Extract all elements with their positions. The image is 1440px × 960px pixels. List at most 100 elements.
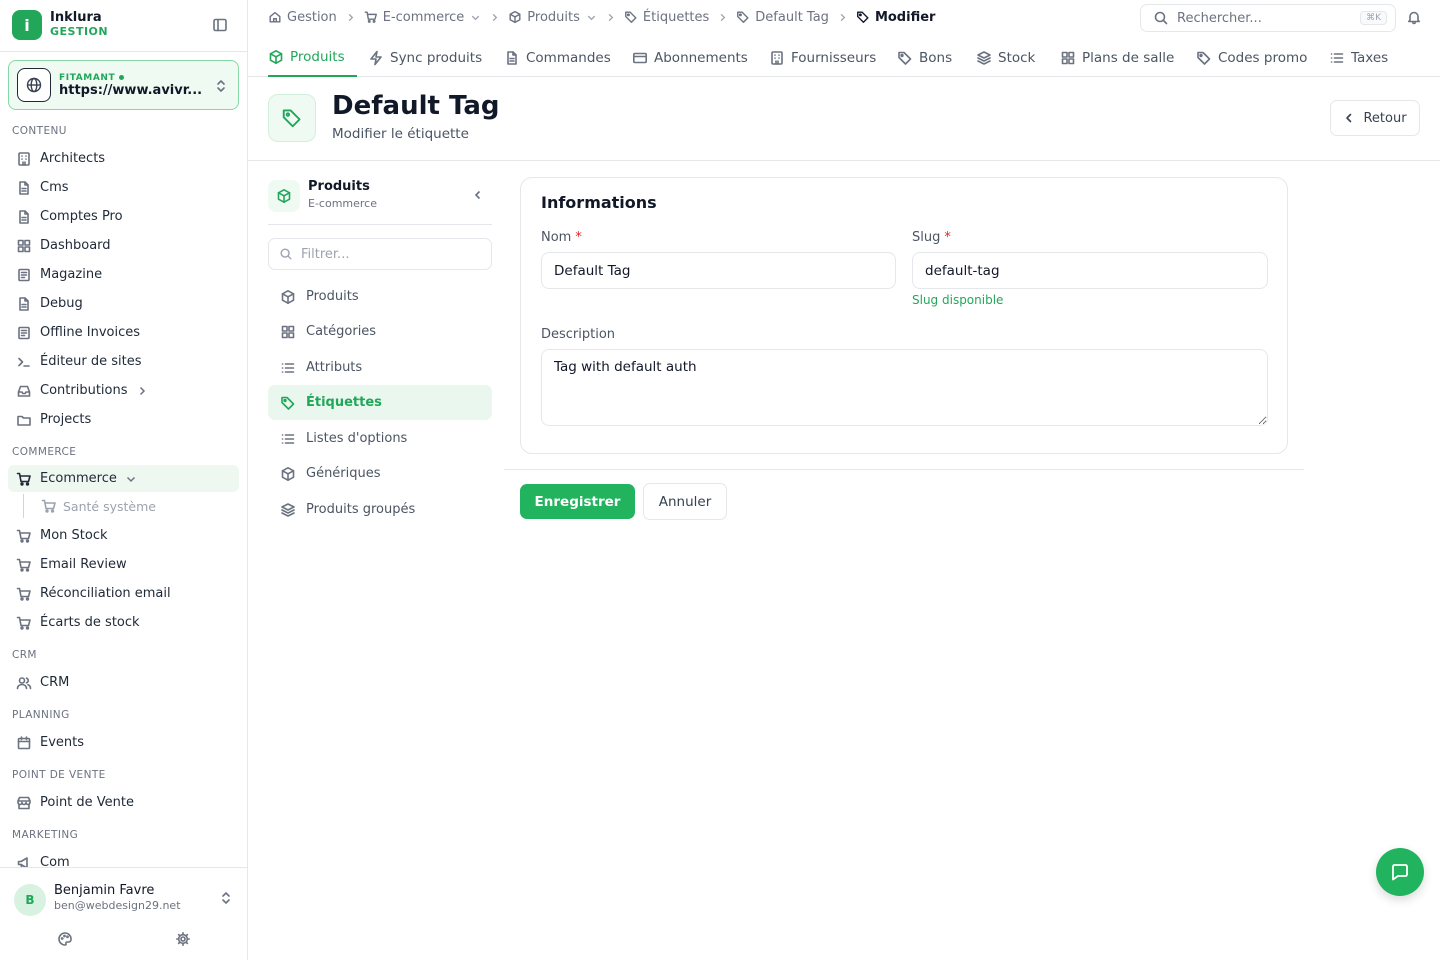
- user-menu[interactable]: B Benjamin Favre ben@webdesign29.net: [0, 867, 247, 960]
- cart-icon: [16, 471, 32, 487]
- tab-fournisseurs[interactable]: Fournisseurs: [769, 38, 876, 77]
- tab-abonnements[interactable]: Abonnements: [632, 38, 748, 77]
- subnav-item-label: Étiquettes: [306, 395, 382, 410]
- section-label-crm: CRM: [12, 649, 37, 661]
- tab-label: Produits: [290, 48, 345, 65]
- subnav-item-listes[interactable]: Listes d'options: [268, 421, 492, 456]
- tab-label: Commandes: [526, 49, 611, 66]
- sidebar-item-label: Email Review: [40, 557, 127, 572]
- sidebar-item-crm[interactable]: CRM: [8, 669, 239, 696]
- site-switcher[interactable]: FITAMANT https://www.avivr...: [8, 60, 239, 110]
- sidebar-item-email-review[interactable]: Email Review: [8, 551, 239, 578]
- breadcrumb-item-etiquettes[interactable]: Étiquettes: [624, 10, 709, 25]
- file-icon: [16, 180, 32, 196]
- gear-icon[interactable]: [175, 931, 191, 947]
- info-icon: i: [12, 10, 42, 40]
- sidebar-item-cms[interactable]: Cms: [8, 174, 239, 201]
- chevron-updown-icon[interactable]: [218, 890, 234, 906]
- bell-icon[interactable]: [1406, 9, 1422, 25]
- brand[interactable]: i Inklura GESTION: [12, 10, 108, 40]
- sidebar-item-dashboard[interactable]: Dashboard: [8, 232, 239, 259]
- sidebar-item-pos[interactable]: Point de Vente: [8, 789, 239, 816]
- users-icon: [16, 675, 32, 691]
- search-input[interactable]: Rechercher... ⌘K: [1140, 4, 1396, 32]
- subnav-item-categories[interactable]: Catégories: [268, 314, 492, 349]
- sidebar-item-label: Réconciliation email: [40, 586, 171, 601]
- cart-icon: [16, 586, 32, 602]
- required-marker: *: [944, 230, 951, 245]
- filter-input[interactable]: Filtrer...: [268, 238, 492, 270]
- sidebar-item-contributions[interactable]: Contributions: [8, 377, 239, 404]
- package-icon: [280, 466, 296, 482]
- tab-codes-promo[interactable]: Codes promo: [1196, 38, 1307, 77]
- home-icon: [268, 10, 282, 24]
- chevron-right-icon: [717, 12, 728, 23]
- subnav-item-produits-groupes[interactable]: Produits groupés: [268, 492, 492, 527]
- terminal-icon: [16, 354, 32, 370]
- section-label-marketing: MARKETING: [12, 829, 79, 841]
- chat-button[interactable]: [1376, 848, 1424, 896]
- tabs-overflow-fade: [1400, 38, 1440, 76]
- tab-label: Fournisseurs: [791, 49, 877, 66]
- sidebar-item-com[interactable]: Com: [8, 849, 239, 868]
- sidebar-item-label: Debug: [40, 296, 83, 311]
- informations-card: Informations Nom* Slug* Slug disponible …: [520, 177, 1288, 454]
- breadcrumb-item-gestion[interactable]: Gestion: [268, 10, 337, 25]
- cart-icon: [16, 557, 32, 573]
- sidebar-item-ecarts[interactable]: Écarts de stock: [8, 609, 239, 636]
- sidebar-item-architects[interactable]: Architects: [8, 145, 239, 172]
- tab-produits[interactable]: Produits: [268, 38, 357, 77]
- sidebar-item-ecommerce[interactable]: Ecommerce: [8, 465, 239, 492]
- sidebar-item-mon-stock[interactable]: Mon Stock: [8, 522, 239, 549]
- subnav-item-label: Listes d'options: [306, 431, 408, 446]
- description-field[interactable]: Tag with default auth: [541, 349, 1268, 426]
- save-button[interactable]: Enregistrer: [520, 484, 635, 519]
- tab-plans-de-salle[interactable]: Plans de salle: [1060, 38, 1174, 77]
- tab-stock[interactable]: Stock: [976, 38, 1035, 77]
- user-email: ben@webdesign29.net: [54, 899, 181, 912]
- page-title: Default Tag: [332, 91, 500, 121]
- sidebar: i Inklura GESTION FITAMANT https://www.a…: [0, 0, 248, 960]
- breadcrumb-item-produits[interactable]: Produits: [508, 10, 597, 25]
- subnav-item-attributs[interactable]: Attributs: [268, 350, 492, 385]
- package-icon: [508, 10, 522, 24]
- sidebar-item-reconciliation[interactable]: Réconciliation email: [8, 580, 239, 607]
- tab-sync-produits[interactable]: Sync produits: [368, 38, 482, 77]
- back-button[interactable]: Retour: [1330, 100, 1420, 136]
- sidebar-item-events[interactable]: Events: [8, 729, 239, 756]
- breadcrumb-item-tag[interactable]: Default Tag: [736, 10, 829, 25]
- tag-icon: [856, 10, 870, 24]
- subnav-item-generiques[interactable]: Génériques: [268, 456, 492, 491]
- sidebar-nav[interactable]: CONTENU Architects Cms Comptes Pro Dashb…: [0, 118, 247, 868]
- chevron-right-icon: [605, 12, 616, 23]
- tab-label: Sync produits: [390, 49, 483, 66]
- sidebar-subitem-sante[interactable]: Santé système: [23, 494, 223, 518]
- sidebar-item-comptes-pro[interactable]: Comptes Pro: [8, 203, 239, 230]
- palette-icon[interactable]: [57, 931, 73, 947]
- subnav-item-etiquettes[interactable]: Étiquettes: [268, 385, 492, 420]
- chevron-down-icon[interactable]: [586, 12, 597, 23]
- sidebar-item-editeur[interactable]: Éditeur de sites: [8, 348, 239, 375]
- newspaper-icon: [16, 325, 32, 341]
- tab-bons[interactable]: Bons: [897, 38, 952, 77]
- tab-commandes[interactable]: Commandes: [504, 38, 611, 77]
- layers-icon: [976, 50, 992, 66]
- chevron-left-icon[interactable]: [472, 189, 484, 201]
- sidebar-item-offline-invoices[interactable]: Offline Invoices: [8, 319, 239, 346]
- slug-field[interactable]: [912, 252, 1268, 289]
- search-placeholder: Rechercher...: [1177, 10, 1262, 26]
- chevron-right-icon: [136, 385, 148, 397]
- cancel-button[interactable]: Annuler: [643, 483, 727, 520]
- sidebar-item-magazine[interactable]: Magazine: [8, 261, 239, 288]
- sidebar-item-debug[interactable]: Debug: [8, 290, 239, 317]
- zap-icon: [368, 50, 384, 66]
- breadcrumb-label: Modifier: [874, 9, 936, 25]
- sidebar-toggle-icon[interactable]: [212, 17, 228, 33]
- breadcrumb-item-ecommerce[interactable]: E-commerce: [364, 10, 482, 25]
- name-field[interactable]: [541, 252, 896, 289]
- chevron-down-icon[interactable]: [470, 12, 481, 23]
- sidebar-item-projects[interactable]: Projects: [8, 406, 239, 433]
- chevron-right-icon: [345, 12, 356, 23]
- tab-taxes[interactable]: Taxes: [1329, 38, 1388, 77]
- subnav-item-produits[interactable]: Produits: [268, 279, 492, 314]
